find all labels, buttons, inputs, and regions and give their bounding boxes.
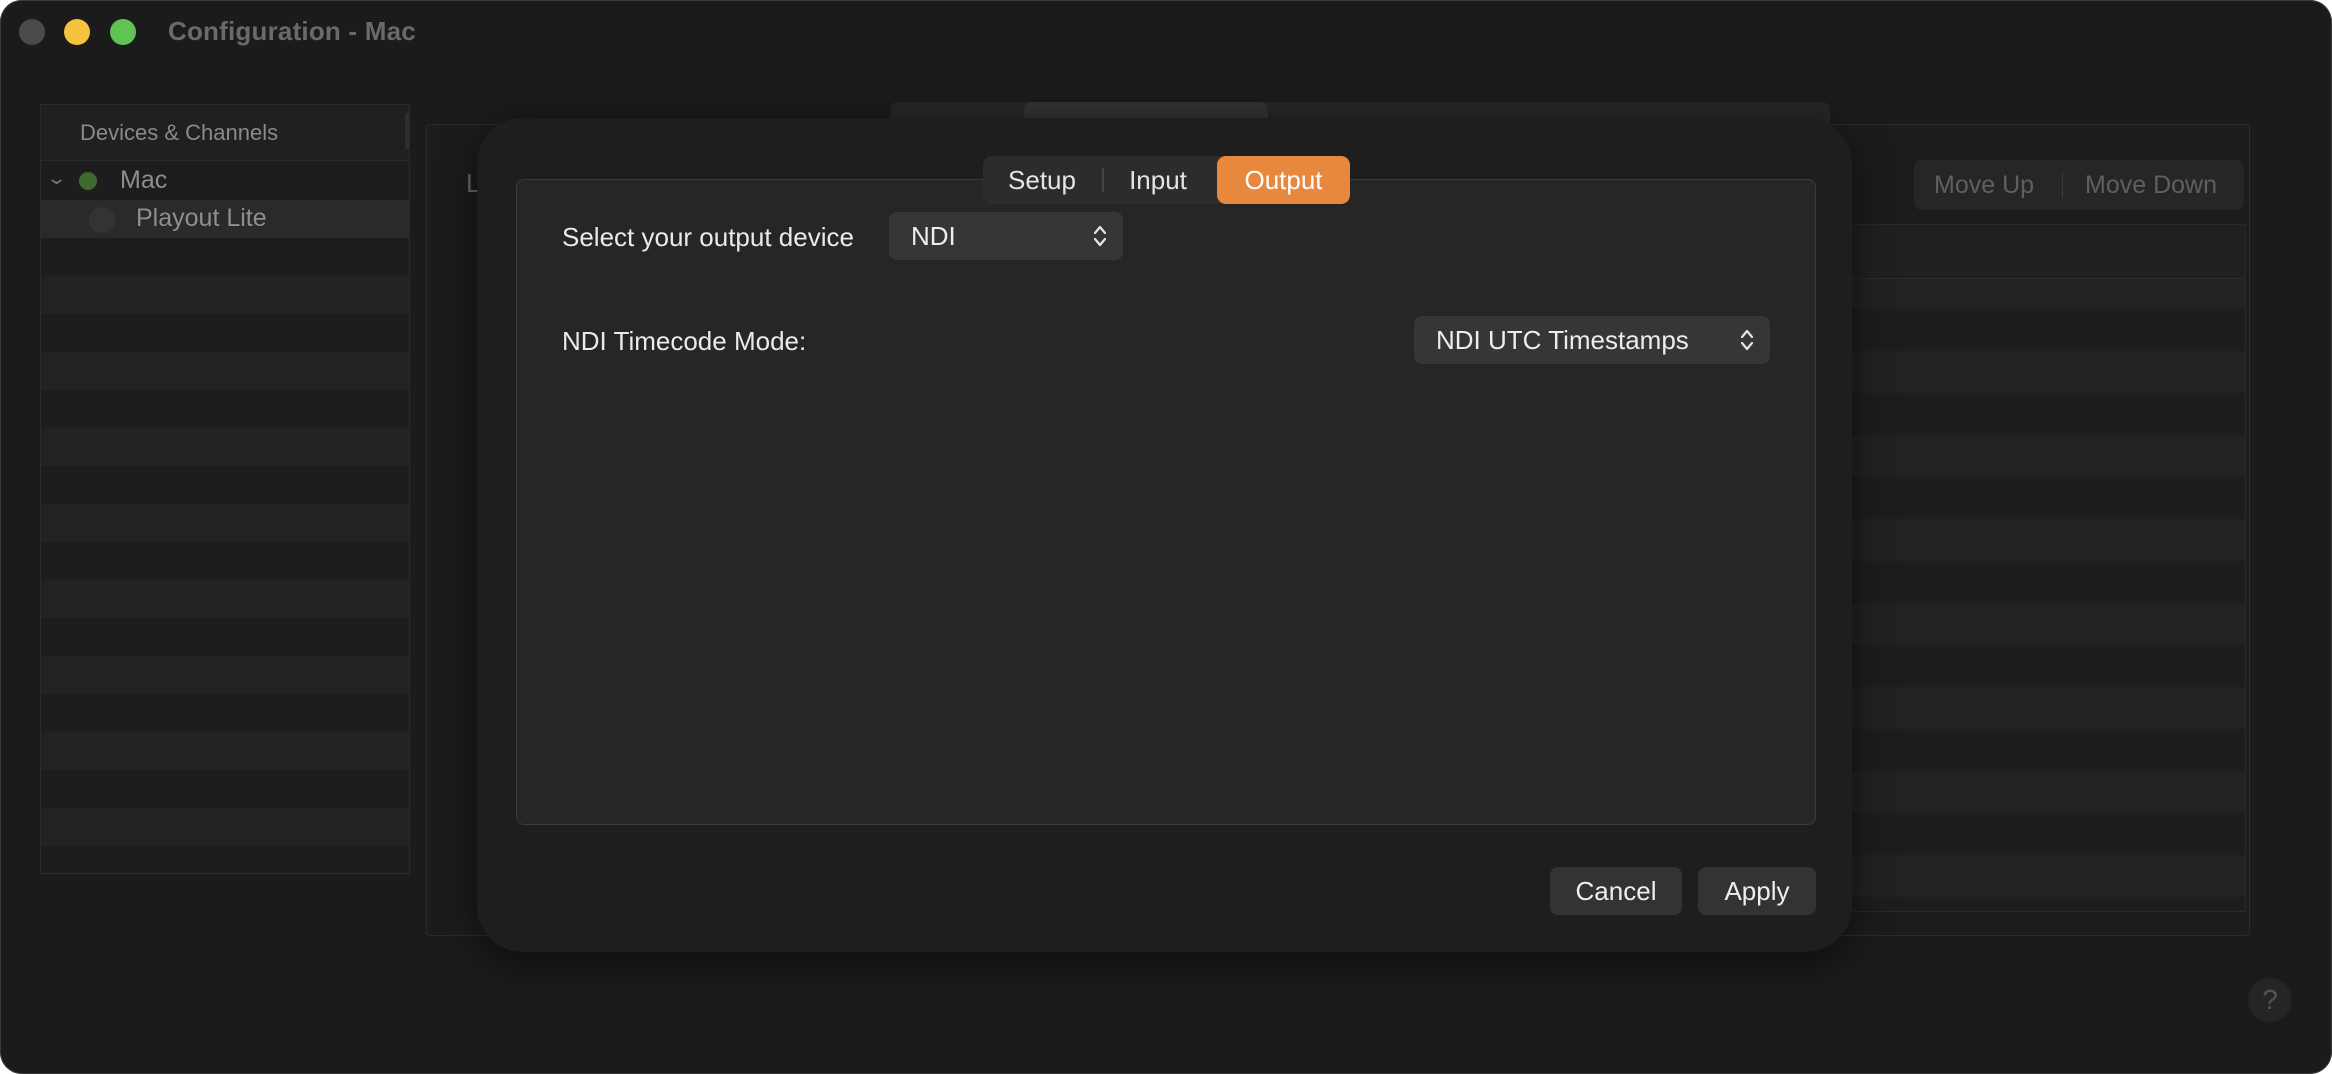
table-header	[1851, 225, 2245, 279]
sidebar-list-background	[41, 162, 409, 873]
column-resize-handle[interactable]	[405, 113, 409, 149]
sidebar-header-label: Devices & Channels	[80, 120, 279, 145]
timecode-mode-select[interactable]: NDI UTC Timestamps	[1414, 316, 1770, 364]
timecode-mode-value: NDI UTC Timestamps	[1436, 325, 1689, 355]
output-device-label: Select your output device	[562, 222, 854, 252]
sidebar-item-mac[interactable]: ⌄ Mac	[41, 162, 409, 200]
move-divider	[2062, 172, 2063, 198]
tab-input[interactable]: Input	[1101, 156, 1215, 204]
move-button-group: Move Up Move Down	[1914, 160, 2244, 210]
apply-button[interactable]: Apply	[1698, 867, 1816, 915]
close-window-button[interactable]	[19, 19, 45, 45]
sidebar-item-playout-lite[interactable]: Playout Lite	[41, 200, 409, 238]
minimize-window-button[interactable]	[64, 19, 90, 45]
chevron-down-icon[interactable]: ⌄	[46, 168, 67, 189]
timecode-mode-label: NDI Timecode Mode:	[562, 326, 807, 356]
sidebar-item-label: Mac	[120, 166, 168, 194]
config-tab-control: Setup Input Output	[983, 156, 1350, 204]
tab-output[interactable]: Output	[1217, 156, 1350, 204]
channel-icon	[89, 207, 115, 233]
cancel-button[interactable]: Cancel	[1550, 867, 1682, 915]
move-down-button[interactable]: Move Down	[2085, 171, 2217, 200]
move-up-button[interactable]: Move Up	[1934, 171, 2034, 200]
output-settings-panel	[516, 179, 1816, 825]
sidebar-header: Devices & Channels	[41, 105, 409, 161]
background-table	[1850, 224, 2246, 912]
status-online-icon	[79, 172, 97, 190]
chevron-up-down-icon	[1093, 225, 1107, 247]
chevron-up-down-icon	[1740, 329, 1754, 351]
help-button[interactable]: ?	[2248, 978, 2292, 1022]
sidebar-item-label: Playout Lite	[136, 204, 267, 232]
devices-sidebar: Devices & Channels ⌄ Mac Playout Lite	[40, 104, 410, 874]
output-device-value: NDI	[911, 221, 956, 251]
configuration-window: Configuration - Mac Devices & Channels ⌄…	[0, 0, 2332, 1074]
output-device-select[interactable]: NDI	[889, 212, 1123, 260]
tab-setup[interactable]: Setup	[983, 156, 1101, 204]
zoom-window-button[interactable]	[110, 19, 136, 45]
window-title: Configuration - Mac	[168, 16, 416, 46]
